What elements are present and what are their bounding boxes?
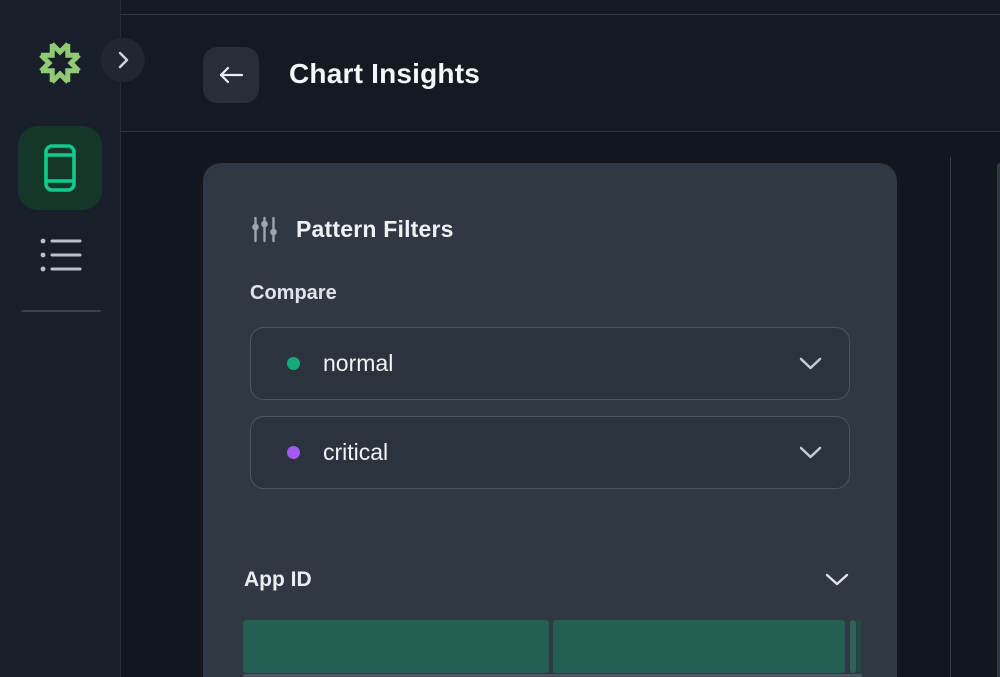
list-icon (40, 236, 82, 274)
select-value: normal (323, 350, 393, 377)
compare-select-normal[interactable]: normal (250, 327, 850, 400)
compare-select-critical[interactable]: critical (250, 416, 850, 489)
app-id-distribution-segment[interactable] (850, 620, 856, 673)
app-id-section-toggle[interactable]: App ID (244, 565, 851, 595)
panel-header: Pattern Filters (252, 216, 454, 243)
app-id-distribution-bars[interactable] (243, 620, 862, 677)
sidebar-item-list[interactable] (34, 230, 88, 280)
header: Chart Insights (121, 0, 1000, 132)
sidebar-divider (21, 310, 101, 312)
status-dot-normal (287, 357, 300, 370)
chevron-down-icon (799, 357, 822, 371)
app-id-distribution-segment[interactable] (857, 620, 861, 673)
status-dot-critical (287, 446, 300, 459)
panel-title: Pattern Filters (296, 216, 454, 243)
chevron-right-icon (118, 51, 129, 69)
page-title: Chart Insights (289, 58, 480, 90)
pattern-filters-panel: Pattern Filters Compare normal critical … (203, 163, 897, 677)
back-button[interactable] (203, 47, 259, 103)
compare-label: Compare (250, 282, 337, 305)
app-window: Chart Insights Pa (0, 0, 1000, 677)
sidebar-expand-button[interactable] (101, 38, 145, 82)
chevron-down-icon (825, 573, 849, 587)
arrow-left-icon (218, 65, 244, 85)
header-top-border (121, 14, 1000, 15)
chevron-down-icon (799, 446, 822, 460)
embrace-burst-logo-icon (30, 32, 90, 94)
sliders-icon (252, 216, 277, 243)
sidebar-item-mobile[interactable] (18, 126, 102, 210)
app-id-distribution-segment[interactable] (553, 620, 845, 673)
sidebar (0, 0, 121, 677)
select-value: critical (323, 439, 388, 466)
app-id-label: App ID (244, 568, 312, 592)
mobile-phone-icon (41, 143, 79, 193)
app-id-distribution-segment[interactable] (243, 620, 549, 673)
panel-divider (950, 157, 951, 677)
